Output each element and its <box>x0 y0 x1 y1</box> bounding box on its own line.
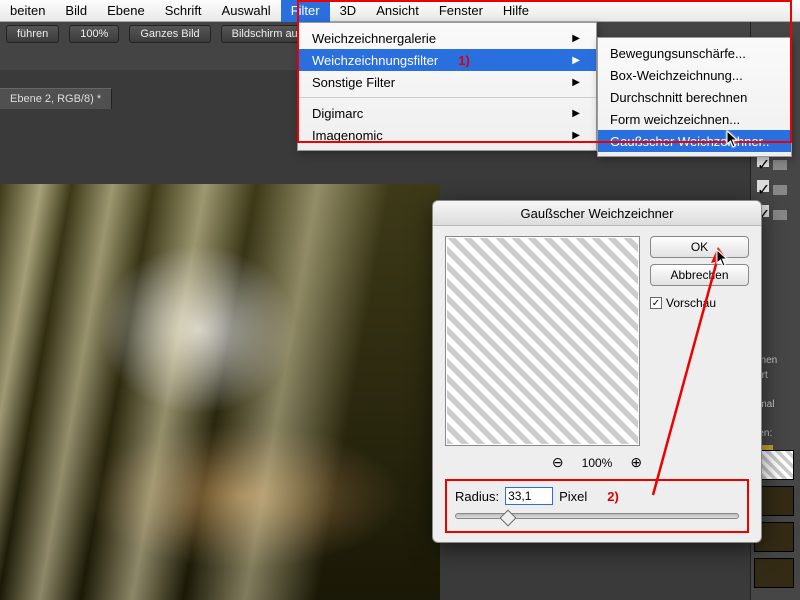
submenu-arrow-icon: ▶ <box>572 33 580 44</box>
menu-item-label: Digimarc <box>312 106 363 121</box>
annotation-1: 1) <box>458 53 470 68</box>
menu-ansicht[interactable]: Ansicht <box>366 0 429 22</box>
annotation-2: 2) <box>607 489 619 504</box>
submenu-arrow-icon: ▶ <box>572 55 580 66</box>
dialog-title: Gaußscher Weichzeichner <box>433 201 761 226</box>
radius-slider[interactable] <box>455 513 739 519</box>
ok-button[interactable]: OK <box>650 236 749 258</box>
menu-filter[interactable]: Filter <box>281 0 330 22</box>
filter-dropdown: Weichzeichnergalerie ▶ Weichzeichnungsfi… <box>297 22 597 151</box>
submenu-arrow-icon: ▶ <box>572 130 580 141</box>
menu-item-label: Bewegungsunschärfe... <box>610 46 746 61</box>
menu-item-label: Form weichzeichnen... <box>610 112 740 127</box>
menu-item-digimarc[interactable]: Digimarc ▶ <box>298 102 596 124</box>
menu-bild[interactable]: Bild <box>55 0 97 22</box>
menu-hilfe[interactable]: Hilfe <box>493 0 539 22</box>
layer-visibility-check[interactable]: ✓ <box>757 180 769 192</box>
document-tab[interactable]: Ebene 2, RGB/8) * <box>0 88 112 109</box>
radius-unit: Pixel <box>559 489 587 504</box>
menu-item-label: Imagenomic <box>312 128 383 143</box>
menu-item-weichzeichnungsfilter[interactable]: Weichzeichnungsfilter 1) ▶ <box>298 49 596 71</box>
menu-ebene[interactable]: Ebene <box>97 0 155 22</box>
blur-submenu: Bewegungsunschärfe... Box-Weichzeichnung… <box>597 37 792 157</box>
gaussian-blur-dialog: Gaußscher Weichzeichner OK Abbrechen ✓ V… <box>432 200 762 543</box>
submenu-item[interactable]: Box-Weichzeichnung... <box>598 64 791 86</box>
preview-label: Vorschau <box>666 296 716 310</box>
menu-bar: beiten Bild Ebene Schrift Auswahl Filter… <box>0 0 800 22</box>
zoom-in-icon[interactable]: ⊕ <box>630 454 642 471</box>
menu-fenster[interactable]: Fenster <box>429 0 493 22</box>
menu-3d[interactable]: 3D <box>330 0 367 22</box>
menu-bearbeiten[interactable]: beiten <box>0 0 55 22</box>
btn-ganzes-bild[interactable]: Ganzes Bild <box>129 25 210 43</box>
menu-auswahl[interactable]: Auswahl <box>212 0 281 22</box>
preview-checkbox[interactable]: ✓ <box>650 297 662 309</box>
menu-item-label: Weichzeichnungsfilter <box>312 53 438 68</box>
menu-item-label: Box-Weichzeichnung... <box>610 68 743 83</box>
submenu-item[interactable]: Durchschnitt berechnen <box>598 86 791 108</box>
radius-label: Radius: <box>455 489 499 504</box>
menu-schrift[interactable]: Schrift <box>155 0 212 22</box>
radius-input[interactable] <box>505 487 553 505</box>
btn-fuehren[interactable]: führen <box>6 25 59 43</box>
menu-item-label: Gaußscher Weichzeichner.. <box>610 134 769 149</box>
menu-item-label: Sonstige Filter <box>312 75 395 90</box>
cancel-button[interactable]: Abbrechen <box>650 264 749 286</box>
menu-item-sonstige-filter[interactable]: Sonstige Filter ▶ <box>298 71 596 93</box>
slider-thumb[interactable] <box>500 510 517 527</box>
menu-item-label: Durchschnitt berechnen <box>610 90 747 105</box>
canvas-area[interactable] <box>0 184 440 600</box>
submenu-item[interactable]: Bewegungsunschärfe... <box>598 42 791 64</box>
menu-item-imagenomic[interactable]: Imagenomic ▶ <box>298 124 596 146</box>
preview-area[interactable] <box>445 236 640 446</box>
menu-separator <box>298 97 596 98</box>
radius-annotation-box: Radius: Pixel 2) <box>445 479 749 533</box>
zoom-out-icon[interactable]: ⊖ <box>552 454 564 471</box>
submenu-arrow-icon: ▶ <box>572 77 580 88</box>
zoom-value[interactable]: 100% <box>69 25 119 43</box>
menu-item-weichzeichnergalerie[interactable]: Weichzeichnergalerie ▶ <box>298 27 596 49</box>
submenu-item[interactable]: Form weichzeichnen... <box>598 108 791 130</box>
menu-item-label: Weichzeichnergalerie <box>312 31 436 46</box>
submenu-arrow-icon: ▶ <box>572 108 580 119</box>
submenu-item-gaussian[interactable]: Gaußscher Weichzeichner.. <box>598 130 791 152</box>
zoom-percent: 100% <box>582 456 613 470</box>
layer-thumb[interactable] <box>754 558 794 588</box>
